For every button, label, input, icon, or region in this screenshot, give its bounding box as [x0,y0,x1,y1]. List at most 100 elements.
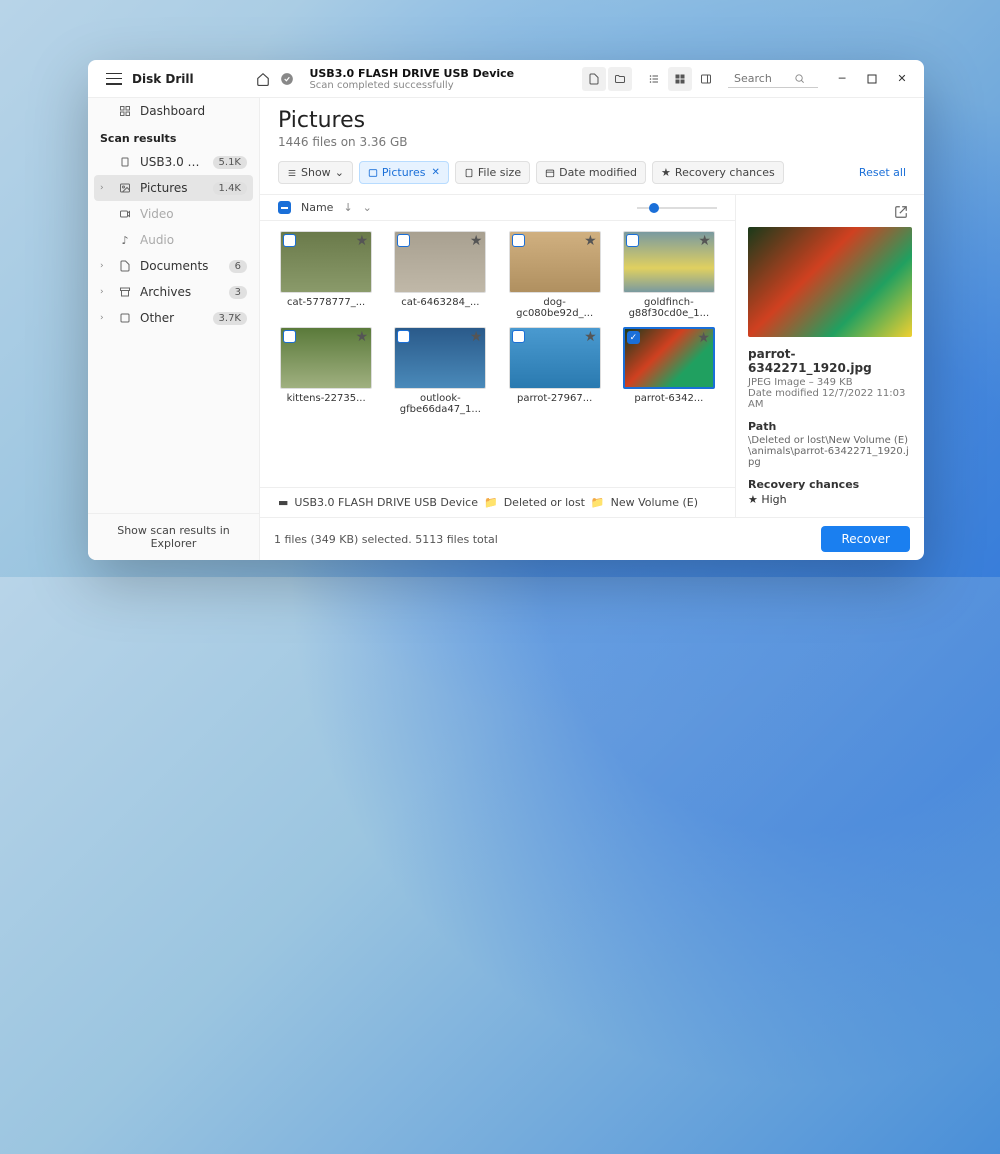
filter-label: Show [301,166,331,179]
date-filter[interactable]: Date modified [536,161,646,184]
thumbnail-tile[interactable]: ★parrot-6342... [621,327,717,415]
thumbnail-tile[interactable]: ★cat-6463284_... [392,231,488,319]
preview-date: Date modified 12/7/2022 11:03 AM [748,388,912,410]
tile-checkbox[interactable] [283,330,296,343]
recovery-label: Recovery chances [748,478,912,491]
pictures-filter[interactable]: Pictures✕ [359,161,449,184]
file-view-icon[interactable] [582,67,606,91]
sidebar-item-label: Audio [140,233,247,247]
tile-filename: goldfinch- [644,297,694,308]
thumbnail-tile[interactable]: ★ parrot-27967... [507,327,603,415]
breadcrumb-segment[interactable]: New Volume (E) [611,496,698,509]
thumbnail-tile[interactable]: ★cat-5778777_... [278,231,374,319]
star-icon[interactable]: ★ [584,233,597,249]
tile-checkbox[interactable] [283,234,296,247]
recover-button[interactable]: Recover [821,526,910,552]
preview-type-size: JPEG Image – 349 KB [748,377,912,388]
sidebar-badge: 3 [229,286,247,299]
select-all-checkbox[interactable] [278,201,291,214]
preview-image [748,227,912,337]
star-icon[interactable]: ★ [470,233,483,249]
sidebar-audio[interactable]: ♪ Audio [88,227,259,253]
star-icon[interactable]: ★ [697,330,710,346]
open-external-icon[interactable] [894,205,912,223]
sidebar-badge: 6 [229,260,247,273]
tile-filename: gfbe66da47_1... [400,404,481,415]
maximize-button[interactable] [858,67,886,91]
star-icon[interactable]: ★ [584,329,597,345]
column-name[interactable]: Name [301,201,333,214]
grid-view-icon[interactable] [668,67,692,91]
home-icon[interactable] [251,67,275,91]
show-in-explorer-link[interactable]: Show scan results in Explorer [88,513,259,560]
star-icon[interactable]: ★ [356,329,369,345]
preview-filename: parrot-6342271_1920.jpg [748,347,912,375]
file-icon [464,168,474,178]
breadcrumb: ▬ USB3.0 FLASH DRIVE USB Device 📁 Delete… [260,487,735,517]
tile-filename: gc080be92d_... [516,308,593,319]
star-icon[interactable]: ★ [698,233,711,249]
tile-checkbox[interactable] [512,234,525,247]
sidebar-pictures[interactable]: › Pictures 1.4K [94,175,253,201]
check-shield-icon[interactable] [275,67,299,91]
filter-label: File size [478,166,521,179]
selection-status: 1 files (349 KB) selected. 5113 files to… [274,533,498,546]
thumbnail-tile[interactable]: ★outlook-gfbe66da47_1... [392,327,488,415]
tile-checkbox[interactable] [397,234,410,247]
sidebar-toggle-icon[interactable] [694,67,718,91]
tile-filename: parrot-27967... [517,393,592,404]
path-label: Path [748,420,912,433]
breadcrumb-segment[interactable]: USB3.0 FLASH DRIVE USB Device [294,496,478,509]
chevron-down-icon[interactable]: ⌄ [363,201,372,214]
list-icon [287,168,297,178]
tile-checkbox[interactable] [397,330,410,343]
tile-filename: kittens-22735... [287,393,366,404]
breadcrumb-segment[interactable]: Deleted or lost [504,496,585,509]
tile-filename: g88f30cd0e_1... [629,308,710,319]
recovery-filter[interactable]: ★Recovery chances [652,161,784,184]
tile-checkbox[interactable] [627,331,640,344]
reset-all-link[interactable]: Reset all [859,166,906,179]
show-dropdown[interactable]: Show⌄ [278,161,353,184]
chevron-right-icon: › [100,287,110,297]
thumbnail-grid: ★cat-5778777_...★cat-6463284_...★dog-gc0… [260,221,735,487]
dashboard-icon [118,105,132,117]
filter-label: Date modified [559,166,637,179]
drive-info: USB3.0 FLASH DRIVE USB Device Scan compl… [309,67,514,91]
sidebar-archives[interactable]: › Archives 3 [88,279,259,305]
sort-arrow-icon[interactable]: ↓ [343,201,352,214]
app-title: Disk Drill [132,72,194,86]
thumbnail-tile[interactable]: ★ goldfinch-g88f30cd0e_1... [621,231,717,319]
tile-checkbox[interactable] [512,330,525,343]
folder-icon: 📁 [591,496,605,509]
thumbnail-tile[interactable]: ★ kittens-22735... [278,327,374,415]
tile-checkbox[interactable] [626,234,639,247]
thumbnail-image: ★ [280,231,372,293]
video-icon [118,208,132,220]
zoom-slider[interactable] [637,207,717,209]
thumbnail-tile[interactable]: ★dog-gc080be92d_... [507,231,603,319]
image-icon [368,168,378,178]
remove-filter-icon[interactable]: ✕ [431,167,439,178]
thumbnail-image: ★ [394,231,486,293]
star-icon[interactable]: ★ [470,329,483,345]
main-content: Pictures 1446 files on 3.36 GB Show⌄ Pic… [260,98,924,560]
list-view-icon[interactable] [642,67,666,91]
filesize-filter[interactable]: File size [455,161,530,184]
drive-name: USB3.0 FLASH DRIVE USB Device [309,67,514,80]
minimize-button[interactable]: ─ [828,67,856,91]
search-box[interactable] [728,70,818,88]
close-button[interactable]: ✕ [888,67,916,91]
footer: 1 files (349 KB) selected. 5113 files to… [260,517,924,560]
menu-icon[interactable] [106,73,122,85]
star-icon[interactable]: ★ [356,233,369,249]
sidebar-other[interactable]: › Other 3.7K [88,305,259,331]
sidebar-video[interactable]: Video [88,201,259,227]
sidebar-drive[interactable]: USB3.0 FLASH DRIVE US… 5.1K [88,149,259,175]
sidebar-badge: 1.4K [213,182,247,195]
search-input[interactable] [734,72,794,85]
thumbnail-image: ★ [509,327,601,389]
sidebar-dashboard[interactable]: Dashboard [88,98,259,124]
folder-view-icon[interactable] [608,67,632,91]
sidebar-documents[interactable]: › Documents 6 [88,253,259,279]
